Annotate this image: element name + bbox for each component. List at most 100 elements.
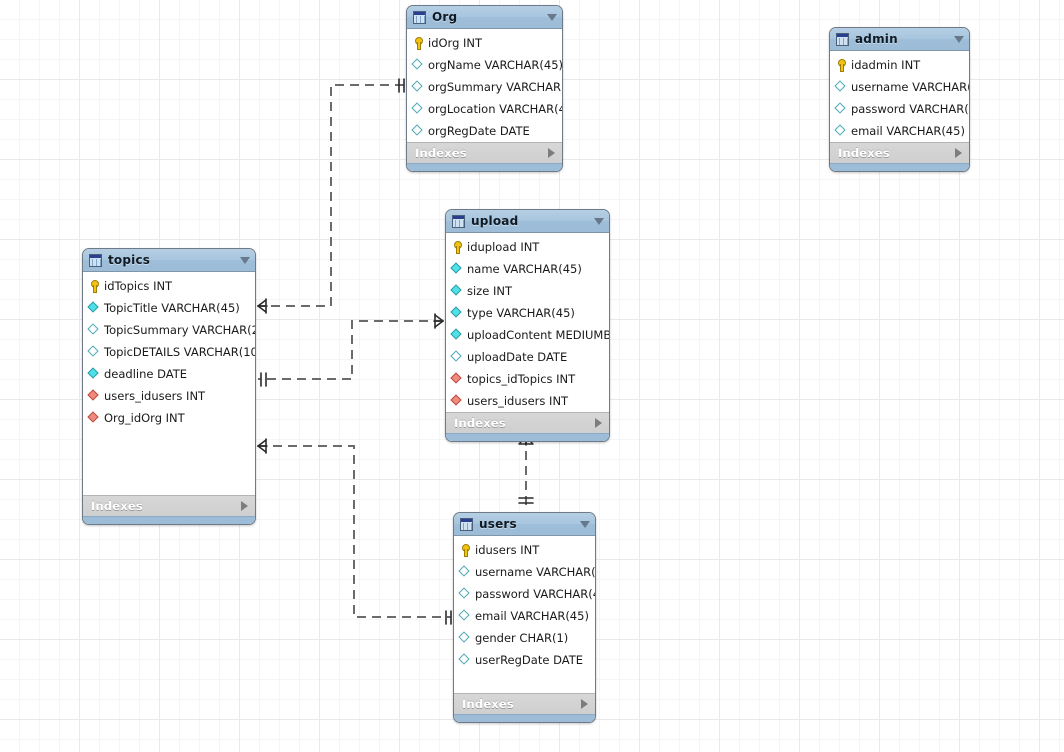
column-row[interactable]: username VARCHAR(45) — [830, 76, 969, 98]
table-upload[interactable]: upload idupload INT name VARCHAR(45) size I… — [445, 209, 610, 442]
not-null-diamond-icon — [87, 301, 100, 314]
column-label: email VARCHAR(45) — [475, 609, 589, 623]
column-row[interactable]: gender CHAR(1) — [454, 627, 595, 649]
diamond-shape — [87, 345, 99, 357]
nullable-diamond-icon — [87, 323, 100, 336]
key-icon — [88, 280, 100, 293]
diamond-shape — [458, 631, 470, 643]
nullable-diamond-icon — [411, 58, 424, 71]
indexes-section-org[interactable]: Indexes — [407, 142, 562, 163]
column-row[interactable]: userRegDate DATE — [454, 649, 595, 671]
column-label: idTopics INT — [104, 279, 173, 293]
chevron-right-icon[interactable] — [581, 699, 588, 709]
column-row[interactable]: orgLocation VARCHAR(45) — [407, 98, 562, 120]
column-row[interactable]: idOrg INT — [407, 32, 562, 54]
diamond-shape — [458, 587, 470, 599]
chevron-down-icon[interactable] — [240, 256, 250, 264]
table-name-label: admin — [855, 32, 898, 46]
er-diagram-canvas[interactable]: Org idOrg INT orgName VARCHAR(45) orgSummar… — [0, 0, 1064, 752]
column-label: orgSummary VARCHAR(90) — [428, 80, 562, 94]
indexes-section-upload[interactable]: Indexes — [446, 412, 609, 433]
column-row[interactable]: deadline DATE — [83, 363, 255, 385]
chevron-down-icon[interactable] — [594, 217, 604, 225]
relationship-users-topics — [258, 445, 451, 618]
key-icon — [412, 37, 424, 50]
diamond-shape — [411, 58, 423, 70]
nullable-diamond-icon — [411, 80, 424, 93]
table-admin[interactable]: admin idadmin INT username VARCHAR(45) pass… — [829, 27, 970, 172]
table-header-upload[interactable]: upload — [446, 210, 609, 233]
column-label: type VARCHAR(45) — [467, 306, 575, 320]
column-label: orgName VARCHAR(45) — [428, 58, 563, 72]
column-row[interactable]: uploadContent MEDIUMBLOB — [446, 324, 609, 346]
table-base-strip — [830, 163, 969, 171]
table-org[interactable]: Org idOrg INT orgName VARCHAR(45) orgSummar… — [406, 5, 563, 172]
table-name-label: users — [479, 517, 517, 531]
column-row[interactable]: password VARCHAR(45) — [830, 98, 969, 120]
column-row[interactable]: email VARCHAR(45) — [454, 605, 595, 627]
chevron-right-icon[interactable] — [955, 148, 962, 158]
diamond-shape — [458, 565, 470, 577]
not-null-diamond-icon — [450, 306, 463, 319]
column-row[interactable]: orgRegDate DATE — [407, 120, 562, 142]
table-topics[interactable]: topics idTopics INT TopicTitle VARCHAR(45)… — [82, 248, 256, 525]
column-row[interactable]: orgName VARCHAR(45) — [407, 54, 562, 76]
diamond-shape — [87, 411, 99, 423]
column-label: name VARCHAR(45) — [467, 262, 582, 276]
chevron-down-icon[interactable] — [954, 35, 964, 43]
table-base-strip — [446, 433, 609, 441]
table-icon — [413, 10, 426, 24]
indexes-section-admin[interactable]: Indexes — [830, 142, 969, 163]
column-row[interactable]: orgSummary VARCHAR(90) — [407, 76, 562, 98]
chevron-right-icon[interactable] — [548, 148, 555, 158]
indexes-section-topics[interactable]: Indexes — [83, 495, 255, 516]
column-label: idupload INT — [467, 240, 540, 254]
column-row[interactable]: size INT — [446, 280, 609, 302]
foreign-key-diamond-icon — [87, 389, 100, 402]
column-row[interactable]: uploadDate DATE — [446, 346, 609, 368]
column-row[interactable]: users_idusers INT — [446, 390, 609, 412]
indexes-section-users[interactable]: Indexes — [454, 693, 595, 714]
table-header-admin[interactable]: admin — [830, 28, 969, 51]
column-row[interactable]: Org_idOrg INT — [83, 407, 255, 429]
column-row[interactable]: idupload INT — [446, 236, 609, 258]
table-name-label: upload — [471, 214, 519, 228]
column-row[interactable]: email VARCHAR(45) — [830, 120, 969, 142]
column-row[interactable]: username VARCHAR(45) — [454, 561, 595, 583]
key-icon — [835, 59, 847, 72]
column-row[interactable]: idusers INT — [454, 539, 595, 561]
table-empty-space — [454, 671, 595, 693]
column-row[interactable]: TopicDETAILS VARCHAR(1000) — [83, 341, 255, 363]
column-row[interactable]: idTopics INT — [83, 275, 255, 297]
column-row[interactable]: users_idusers INT — [83, 385, 255, 407]
key-icon — [451, 241, 463, 254]
column-list-admin: idadmin INT username VARCHAR(45) password … — [830, 51, 969, 142]
foreign-key-diamond-icon — [450, 372, 463, 385]
table-users[interactable]: users idusers INT username VARCHAR(45) pass… — [453, 512, 596, 723]
table-header-users[interactable]: users — [454, 513, 595, 536]
table-header-topics[interactable]: topics — [83, 249, 255, 272]
diamond-shape — [458, 653, 470, 665]
key-icon — [459, 544, 471, 557]
diamond-shape — [450, 262, 462, 274]
chevron-right-icon[interactable] — [241, 501, 248, 511]
column-row[interactable]: TopicTitle VARCHAR(45) — [83, 297, 255, 319]
chevron-down-icon[interactable] — [580, 520, 590, 528]
column-row[interactable]: name VARCHAR(45) — [446, 258, 609, 280]
table-icon — [460, 517, 473, 531]
chevron-right-icon[interactable] — [595, 418, 602, 428]
column-row[interactable]: topics_idTopics INT — [446, 368, 609, 390]
table-header-org[interactable]: Org — [407, 6, 562, 29]
column-label: gender CHAR(1) — [475, 631, 569, 645]
column-row[interactable]: TopicSummary VARCHAR(200) — [83, 319, 255, 341]
chevron-down-icon[interactable] — [547, 13, 557, 21]
relationship-org-topics — [258, 84, 404, 307]
column-label: topics_idTopics INT — [467, 372, 576, 386]
column-list-upload: idupload INT name VARCHAR(45) size INT type… — [446, 233, 609, 412]
column-row[interactable]: idadmin INT — [830, 54, 969, 76]
column-row[interactable]: type VARCHAR(45) — [446, 302, 609, 324]
table-empty-space — [83, 429, 255, 495]
diamond-shape — [450, 372, 462, 384]
column-row[interactable]: password VARCHAR(45) — [454, 583, 595, 605]
indexes-label: Indexes — [454, 416, 506, 430]
